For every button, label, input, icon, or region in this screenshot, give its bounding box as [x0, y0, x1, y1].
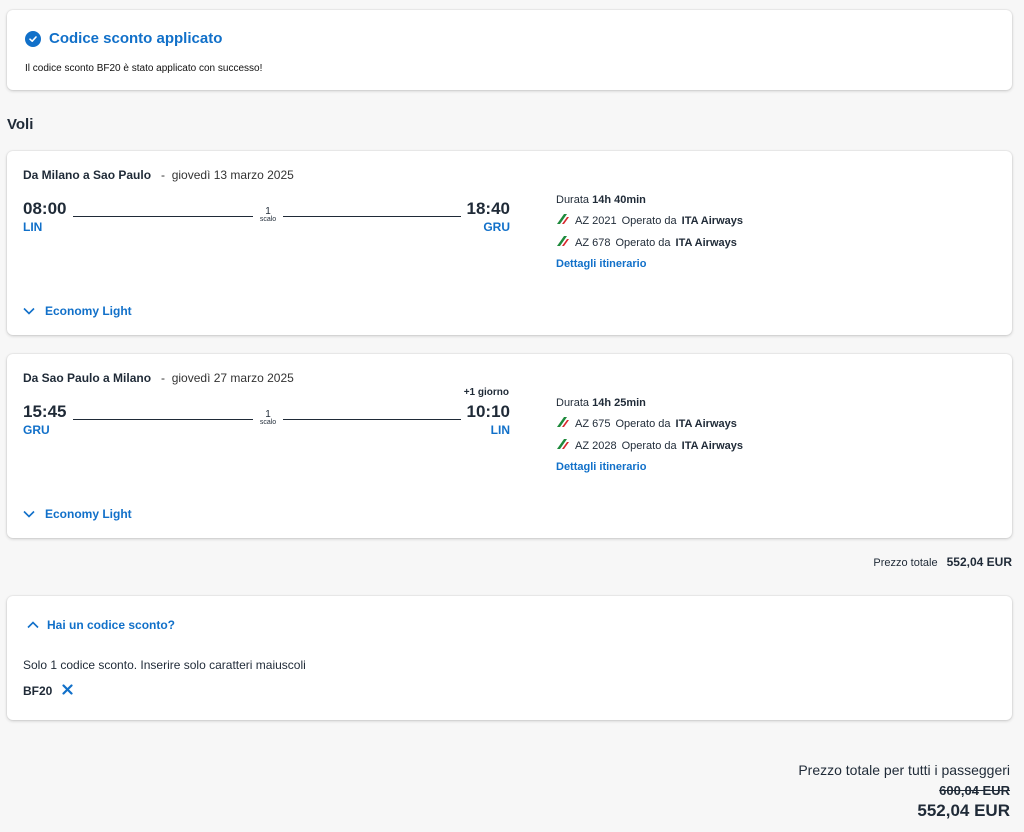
flight-number: AZ 678	[575, 236, 611, 249]
flight-card-outbound: Da Milano a Sao Paulo - giovedì 13 marzo…	[7, 151, 1012, 335]
route-separator: -	[161, 371, 166, 385]
price-total: Prezzo totale 552,04 EUR	[873, 555, 1012, 569]
carrier: ITA Airways	[681, 439, 743, 452]
route-line	[283, 216, 461, 217]
route-line	[73, 419, 253, 420]
cabin-label: Economy Light	[45, 507, 132, 521]
departure-time: 15:45	[23, 402, 67, 421]
flight-date: giovedì 13 marzo 2025	[171, 168, 294, 182]
departure-airport: GRU	[23, 423, 50, 437]
discount-toggle-label: Hai un codice sconto?	[47, 618, 176, 632]
grand-total: Prezzo totale per tutti i passeggeri 600…	[798, 762, 1010, 821]
ita-airways-logo-icon	[556, 235, 570, 250]
itinerary-details-link[interactable]: Dettagli itinerario	[556, 258, 743, 270]
stops-count: 1	[265, 409, 271, 420]
departure-airport: LIN	[23, 220, 43, 234]
itinerary-details-link[interactable]: Dettagli itinerario	[556, 461, 743, 473]
arrival-time: 10:10	[466, 402, 510, 421]
arrival-airport: GRU	[483, 220, 510, 234]
carrier: ITA Airways	[681, 214, 743, 227]
original-price: 600,04 EUR	[939, 783, 1010, 798]
ita-airways-logo-icon	[556, 416, 570, 431]
route-separator: -	[161, 168, 166, 182]
flight-number: AZ 2021	[575, 214, 617, 227]
grand-total-label: Prezzo totale per tutti i passeggeri	[798, 762, 1010, 778]
carrier: ITA Airways	[675, 417, 737, 430]
applied-discount-code: BF20	[23, 684, 73, 698]
stops-count: 1	[265, 206, 271, 217]
discount-hint: Solo 1 codice sconto. Inserire solo cara…	[23, 658, 306, 672]
segment: AZ 678 Operato da ITA Airways	[556, 235, 743, 250]
discounted-price: 552,04 EUR	[917, 801, 1010, 820]
route-line	[283, 419, 461, 420]
cabin-label: Economy Light	[45, 304, 132, 318]
flight-date: giovedì 27 marzo 2025	[171, 371, 294, 385]
discount-applied-banner: Codice sconto applicato Il codice sconto…	[7, 10, 1012, 90]
route-label: Da Milano a Sao Paulo	[23, 168, 152, 182]
price-total-amount: 552,04 EUR	[946, 555, 1012, 569]
duration: Durata 14h 25min	[556, 397, 743, 409]
flight-details: Durata 14h 40min AZ 2021 Operato da ITA …	[556, 194, 743, 270]
route-line	[73, 216, 253, 217]
discount-toggle[interactable]: Hai un codice sconto?	[27, 618, 175, 632]
chevron-down-icon	[23, 304, 35, 318]
operated-by: Operato da	[615, 236, 671, 249]
operated-by: Operato da	[615, 417, 671, 430]
ita-airways-logo-icon	[556, 438, 570, 453]
stops-indicator: 1 scalo	[253, 206, 283, 224]
cabin-toggle[interactable]: Economy Light	[23, 507, 132, 521]
banner-header: Codice sconto applicato	[25, 30, 222, 47]
banner-message: Il codice sconto BF20 è stato applicato …	[25, 63, 263, 74]
segment: AZ 2021 Operato da ITA Airways	[556, 213, 743, 228]
route-label: Da Sao Paulo a Milano	[23, 371, 152, 385]
price-total-label: Prezzo totale	[873, 557, 938, 569]
stops-label: scalo	[259, 216, 277, 223]
stops-label: scalo	[259, 419, 277, 426]
duration: Durata 14h 40min	[556, 194, 743, 206]
duration-value: 14h 25min	[592, 397, 646, 409]
close-icon[interactable]	[62, 684, 73, 698]
cabin-toggle[interactable]: Economy Light	[23, 304, 132, 318]
discount-code-card: Hai un codice sconto? Solo 1 codice scon…	[7, 596, 1012, 720]
chevron-up-icon	[27, 618, 39, 632]
duration-label: Durata	[556, 397, 590, 409]
banner-title: Codice sconto applicato	[49, 30, 223, 47]
flight-number: AZ 675	[575, 417, 611, 430]
departure-time: 08:00	[23, 199, 67, 218]
arrival-time: 18:40	[466, 199, 510, 218]
segment: AZ 675 Operato da ITA Airways	[556, 416, 743, 431]
flight-card-return: Da Sao Paulo a Milano - giovedì 27 marzo…	[7, 354, 1012, 538]
section-title: Voli	[7, 116, 34, 133]
segment: AZ 2028 Operato da ITA Airways	[556, 438, 743, 453]
discount-code-value: BF20	[23, 684, 53, 698]
carrier: ITA Airways	[675, 236, 737, 249]
stops-indicator: 1 scalo	[253, 409, 283, 427]
plus-day-badge: +1 giorno	[463, 387, 509, 398]
flight-number: AZ 2028	[575, 439, 617, 452]
ita-airways-logo-icon	[556, 213, 570, 228]
flight-details: Durata 14h 25min AZ 675 Operato da ITA A…	[556, 397, 743, 473]
arrival-airport: LIN	[490, 423, 510, 437]
operated-by: Operato da	[621, 439, 677, 452]
duration-value: 14h 40min	[592, 194, 646, 206]
flight-route: Da Milano a Sao Paulo - giovedì 13 marzo…	[23, 168, 294, 182]
check-circle-icon	[25, 30, 41, 47]
duration-label: Durata	[556, 194, 590, 206]
flight-route: Da Sao Paulo a Milano - giovedì 27 marzo…	[23, 371, 294, 385]
operated-by: Operato da	[621, 214, 677, 227]
chevron-down-icon	[23, 507, 35, 521]
